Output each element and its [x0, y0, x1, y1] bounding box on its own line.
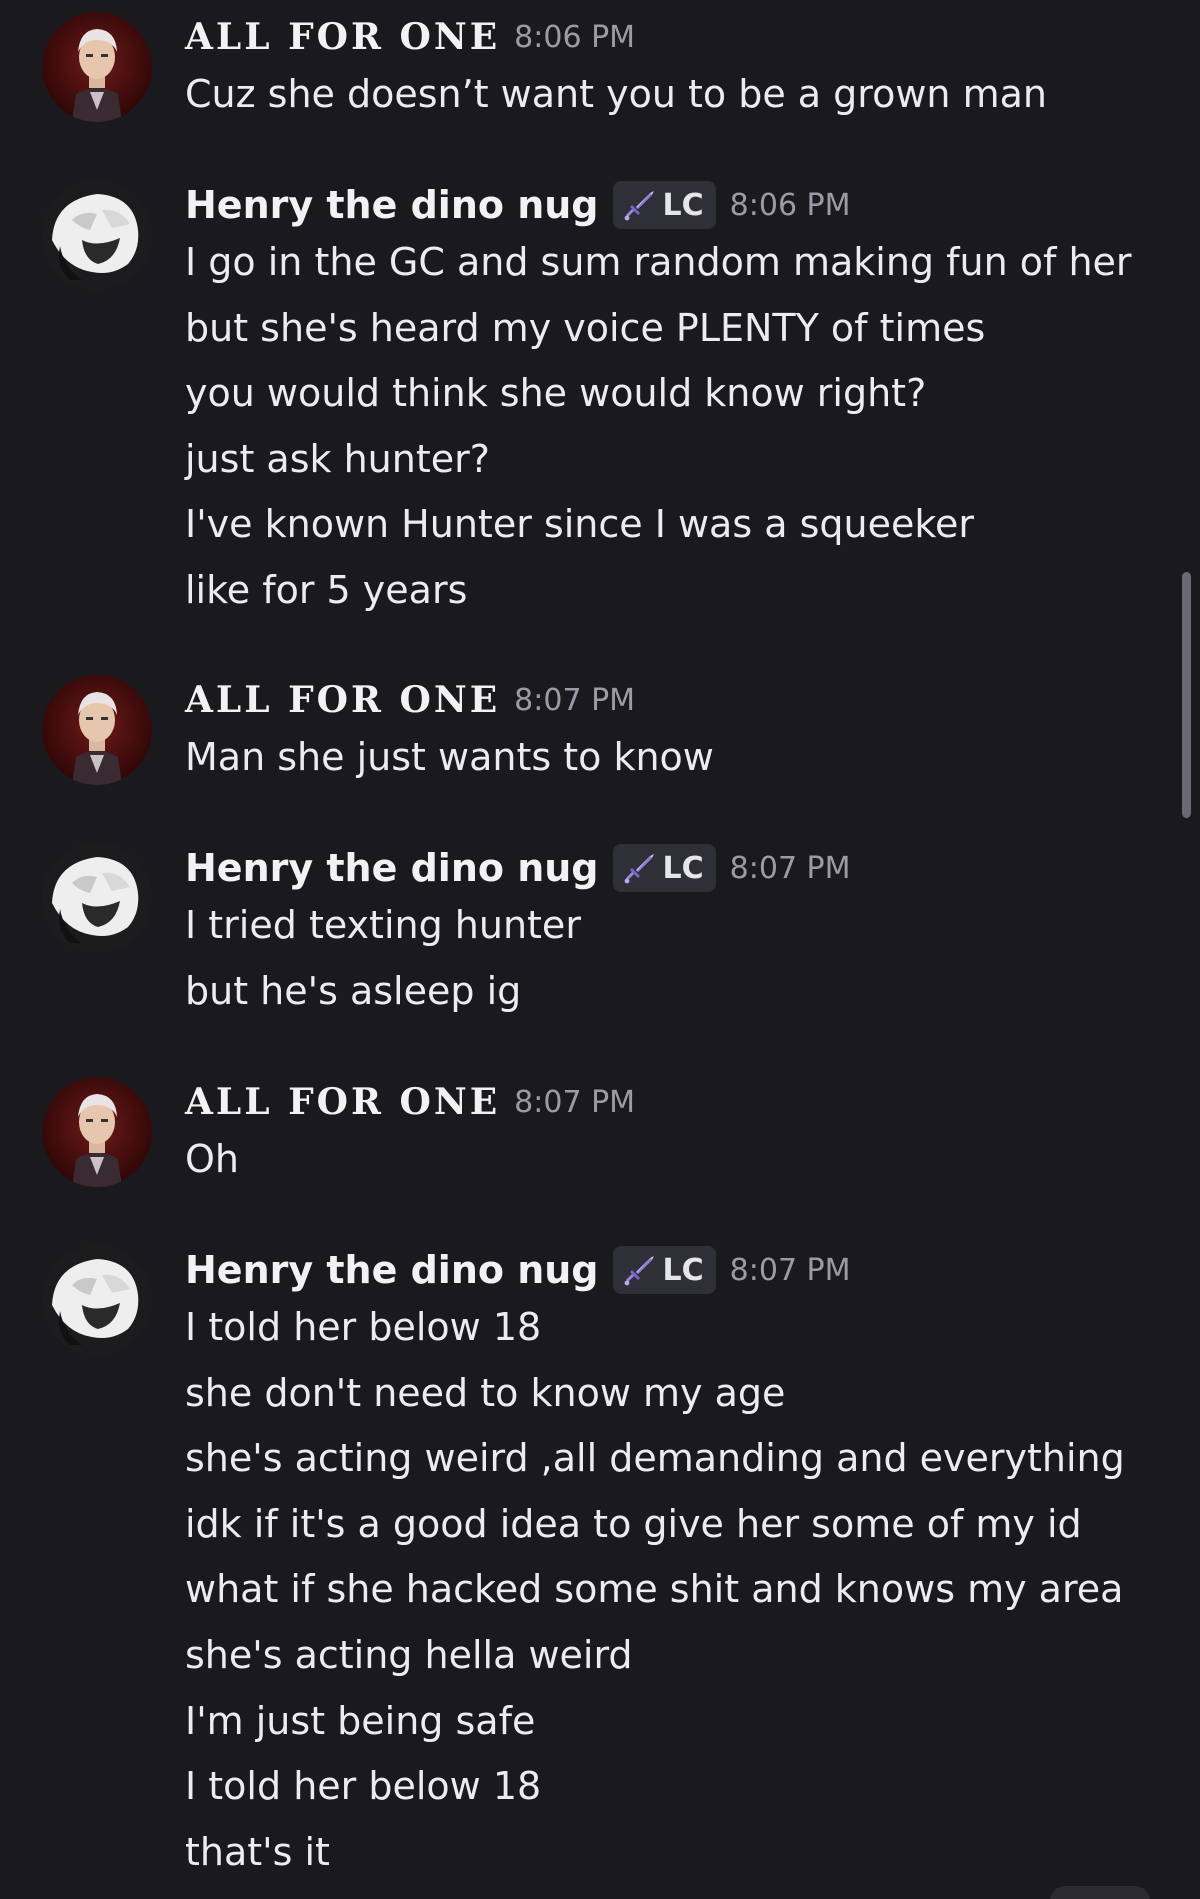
message-text: I'm just being safe — [185, 1698, 536, 1743]
message-text: like for 5 years — [185, 567, 468, 612]
message-content: ALL FOR ONE 8:07 PM Man she just wants to … — [185, 675, 1160, 791]
message-text: you would think she would know right? — [185, 371, 927, 416]
server-tag-badge[interactable]: LC — [612, 1246, 716, 1294]
message-text: I told her below 18 — [185, 1305, 542, 1349]
message-timestamp: 8:07 PM — [514, 682, 636, 718]
message-text: I go in the GC and sum random making fun… — [185, 240, 1132, 284]
sword-icon — [623, 851, 663, 885]
message-content: ALL FOR ONE 8:06 PM Cuz she doesn’t want y… — [185, 12, 1160, 128]
afo-avatar[interactable] — [42, 1077, 152, 1187]
message-text: what if she hacked some shit and knows m… — [185, 1567, 1124, 1612]
message-header: Henry the dino nug LC 8:06 PM — [185, 180, 1160, 230]
message-timestamp: 8:07 PM — [729, 850, 851, 886]
scrollbar[interactable] — [1182, 572, 1191, 818]
henry-avatar[interactable] — [42, 180, 152, 290]
author-name[interactable]: ALL FOR ONE — [185, 1081, 500, 1123]
server-tag-label: LC — [662, 850, 704, 886]
message-timestamp: 8:07 PM — [729, 1252, 851, 1288]
server-tag-badge[interactable]: LC — [612, 844, 716, 892]
message-text: but she's heard my voice PLENTY of times — [185, 305, 986, 350]
message-text: just ask hunter? — [185, 436, 490, 481]
message-header: ALL FOR ONE 8:06 PM — [185, 12, 1160, 62]
henry-avatar[interactable] — [42, 1245, 152, 1355]
message-content: ALL FOR ONE 8:07 PM Oh — [185, 1077, 1160, 1193]
message-header: ALL FOR ONE 8:07 PM — [185, 675, 1160, 725]
message-content: Henry the dino nug LC 8:07 PM I told her b… — [185, 1245, 1160, 1885]
message-text: she's acting weird ,all demanding and ev… — [185, 1436, 1125, 1481]
message-header: Henry the dino nug LC 8:07 PM — [185, 843, 1160, 893]
message-header: ALL FOR ONE 8:07 PM — [185, 1077, 1160, 1127]
author-name[interactable]: ALL FOR ONE — [185, 679, 500, 721]
message-text: I've known Hunter since I was a squeeker — [185, 502, 975, 547]
message-timestamp: 8:06 PM — [729, 187, 851, 223]
message-timestamp: 8:07 PM — [514, 1084, 636, 1120]
message-content: Henry the dino nug LC 8:06 PM I go in the … — [185, 180, 1160, 624]
message-text: Oh — [185, 1137, 239, 1181]
sword-icon — [623, 188, 663, 222]
message-text: I told her below 18 — [185, 1764, 542, 1809]
author-name[interactable]: Henry the dino nug — [185, 1248, 599, 1292]
message-content: Henry the dino nug LC 8:07 PM I tried text… — [185, 843, 1160, 1024]
chat-message-list: ALL FOR ONE 8:06 PM Cuz she doesn’t want y… — [0, 0, 1200, 1899]
message-header: Henry the dino nug LC 8:07 PM — [185, 1245, 1160, 1295]
message-text: she don't need to know my age — [185, 1370, 786, 1415]
sword-icon — [623, 1253, 663, 1287]
message-text: idk if it's a good idea to give her some… — [185, 1501, 1082, 1546]
author-name[interactable]: ALL FOR ONE — [185, 16, 500, 58]
message-text: she's acting hella weird — [185, 1632, 633, 1677]
henry-avatar[interactable] — [42, 843, 152, 953]
author-name[interactable]: Henry the dino nug — [185, 846, 599, 890]
message-timestamp: 8:06 PM — [514, 19, 636, 55]
author-name[interactable]: Henry the dino nug — [185, 183, 599, 227]
server-tag-label: LC — [662, 187, 704, 223]
afo-avatar[interactable] — [42, 12, 152, 122]
afo-avatar[interactable] — [42, 675, 152, 785]
message-text: Cuz she doesn’t want you to be a grown m… — [185, 72, 1047, 116]
jump-button[interactable] — [1050, 1886, 1150, 1899]
message-text: that's it — [185, 1829, 330, 1874]
server-tag-label: LC — [662, 1252, 704, 1288]
message-text: but he's asleep ig — [185, 968, 522, 1013]
message-text: I tried texting hunter — [185, 903, 581, 947]
server-tag-badge[interactable]: LC — [612, 181, 716, 229]
message-text: Man she just wants to know — [185, 735, 714, 779]
